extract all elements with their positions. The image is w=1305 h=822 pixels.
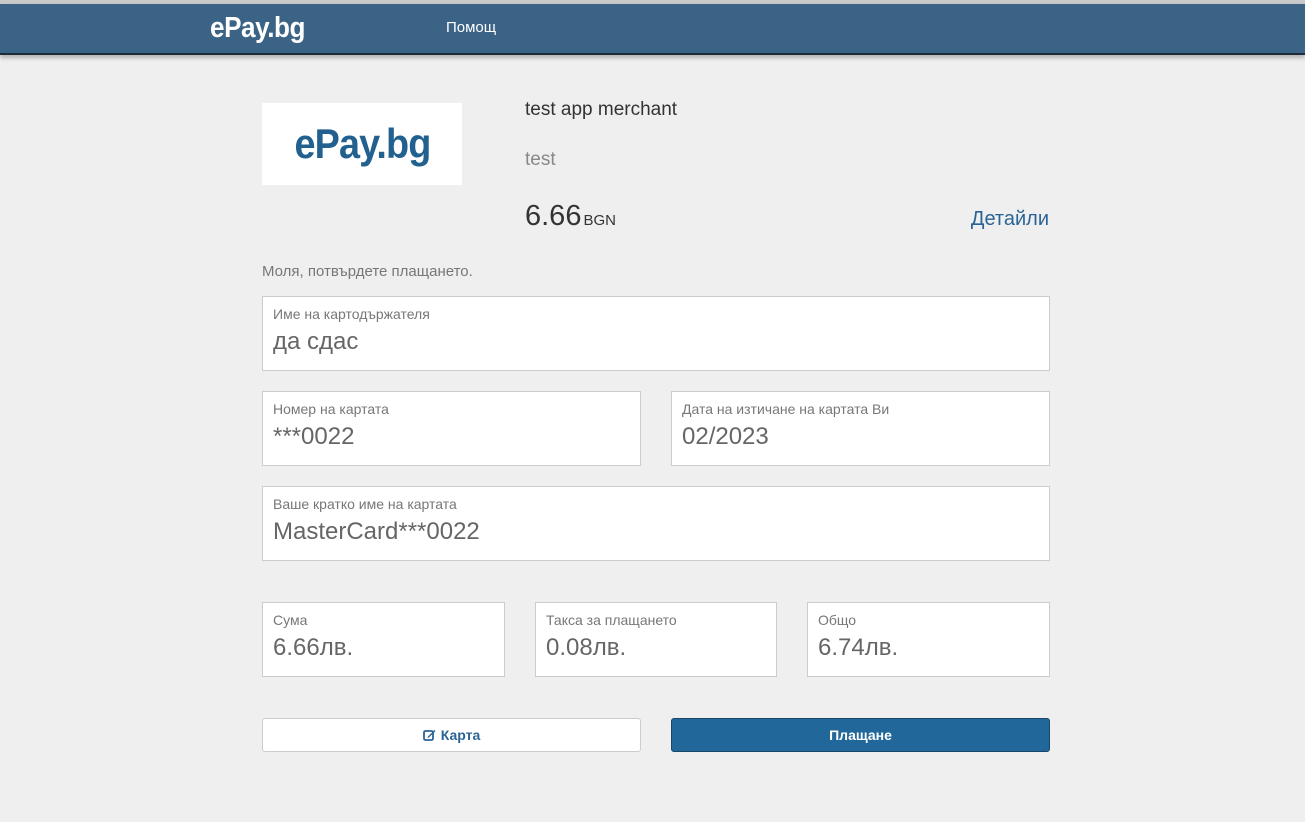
sum-value: 6.66лв. (273, 634, 354, 661)
card-short-name-value: MasterCard***0022 (273, 518, 480, 545)
details-link[interactable]: Детайли (971, 208, 1049, 231)
card-number-value: ***0022 (273, 423, 355, 450)
expiry-label: Дата на изтичане на картата Ви (682, 401, 890, 417)
confirm-text: Моля, потвърдете плащането. (262, 263, 473, 280)
fee-label: Такса за плащането (546, 612, 677, 628)
cardholder-value: да сдас (273, 328, 359, 355)
merchant-name: test app merchant (525, 99, 678, 120)
card-button-label: Карта (440, 727, 481, 743)
total-field: Общо 6.74лв. (807, 602, 1050, 677)
pay-button-label: Плащане (829, 727, 892, 743)
total-label: Общо (818, 612, 857, 628)
merchant-logo: ePay.bg (262, 103, 462, 185)
card-button[interactable]: Карта (262, 718, 641, 752)
amount-currency: BGN (583, 212, 616, 229)
edit-icon (422, 730, 436, 741)
cardholder-field[interactable]: Име на картодържателя да сдас (262, 296, 1050, 371)
expiry-field[interactable]: Дата на изтичане на картата Ви 02/2023 (671, 391, 1050, 466)
pay-button[interactable]: Плащане (671, 718, 1050, 752)
fee-field: Такса за плащането 0.08лв. (535, 602, 777, 677)
cardholder-label: Име на картодържателя (273, 306, 430, 322)
total-value: 6.74лв. (818, 634, 899, 661)
brand-logo[interactable]: ePay.bg (210, 12, 305, 45)
card-short-name-label: Ваше кратко име на картата (273, 496, 457, 512)
nav-help-link[interactable]: Помощ (446, 19, 496, 36)
sum-label: Сума (273, 612, 308, 628)
top-navbar: ePay.bg Помощ (0, 4, 1305, 55)
amount-value: 6.66 (525, 200, 582, 232)
sum-field: Сума 6.66лв. (262, 602, 505, 677)
merchant-logo-text: ePay.bg (294, 120, 431, 167)
payment-description: test (525, 149, 556, 170)
card-number-field[interactable]: Номер на картата ***0022 (262, 391, 641, 466)
card-short-name-field[interactable]: Ваше кратко име на картата MasterCard***… (262, 486, 1050, 561)
expiry-value: 02/2023 (682, 423, 769, 450)
card-number-label: Номер на картата (273, 401, 389, 417)
payment-amount: 6.66 BGN (525, 200, 616, 233)
fee-value: 0.08лв. (546, 634, 627, 661)
